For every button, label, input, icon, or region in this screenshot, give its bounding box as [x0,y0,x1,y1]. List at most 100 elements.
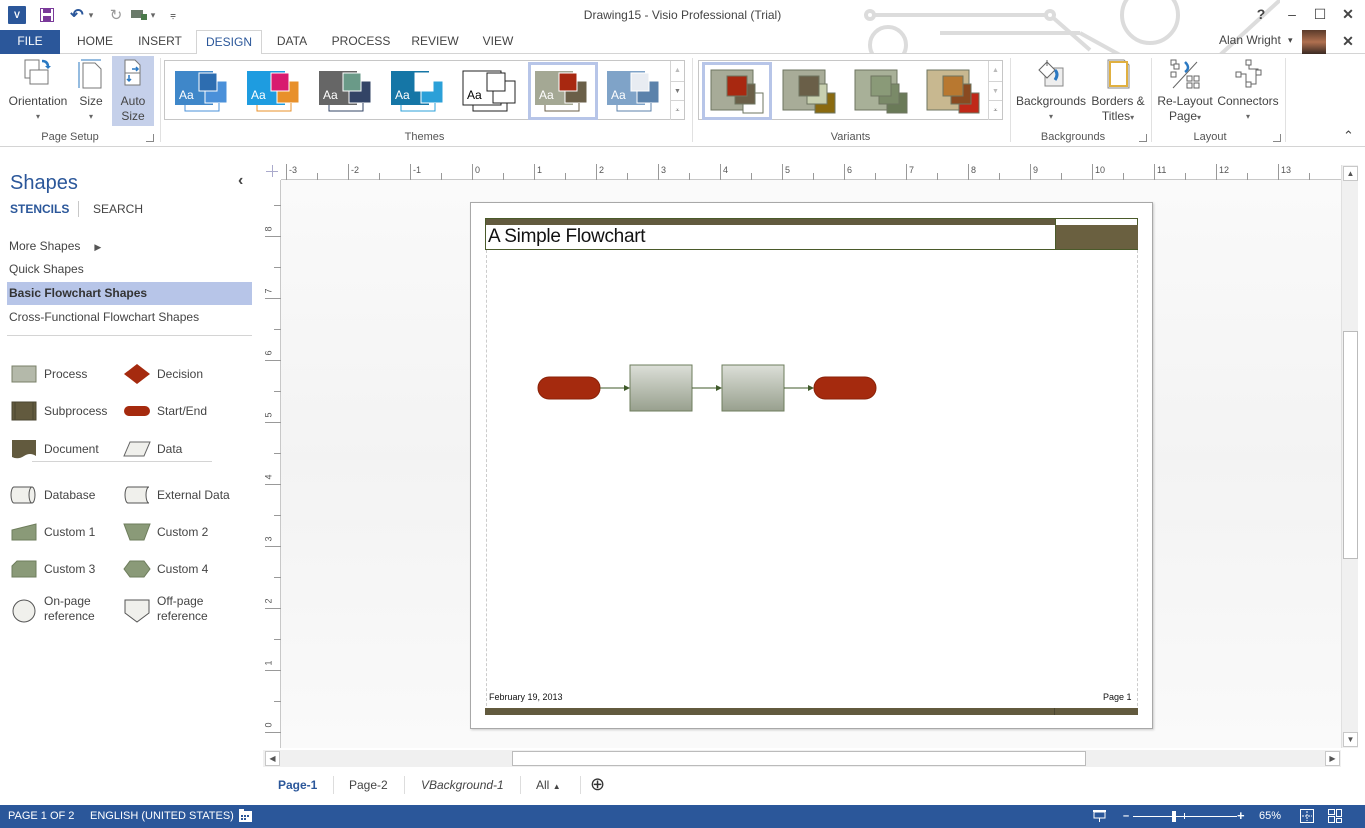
stencil-database[interactable]: Database [10,484,95,506]
stencil-document[interactable]: Document [10,438,99,460]
theme-office-theme[interactable]: Aa [171,65,235,117]
vertical-scrollbar[interactable]: ▲ ▼ [1341,165,1358,748]
flowchart-shape-start-end-1[interactable] [537,376,601,400]
vertical-scroll-thumb[interactable] [1343,331,1358,559]
horizontal-scroll-thumb[interactable] [512,751,1086,766]
zoom-slider-thumb[interactable] [1172,811,1176,822]
tab-review[interactable]: REVIEW [405,30,465,54]
tab-home[interactable]: HOME [66,30,124,54]
zoom-slider-track[interactable] [1133,811,1237,822]
theme-linear[interactable]: Aa [243,65,307,117]
zoom-out-button[interactable]: – [1123,810,1129,822]
variants-scroll-up[interactable]: ▲ [988,61,1002,81]
page-tab-page-2[interactable]: Page-2 [349,778,388,792]
switch-windows-icon[interactable] [1328,809,1342,826]
page-tab-all[interactable]: All ▲ [536,778,561,792]
zoom-level[interactable]: 65% [1259,810,1281,822]
stencil-external-data[interactable]: External Data [123,484,230,506]
flowchart-shape-process-2[interactable] [629,364,693,412]
presentation-mode-icon[interactable] [130,6,148,24]
search-tab[interactable]: SEARCH [93,202,143,216]
flowchart-shape-start-end-4[interactable] [813,376,877,400]
theme-whisp[interactable]: Aa [459,65,523,117]
presentation-dropdown-icon[interactable]: ▾ [148,6,158,24]
scroll-up-button[interactable]: ▲ [1343,166,1358,181]
stencil-off-page-reference[interactable]: Off-page reference [123,594,208,624]
themes-scroll-up[interactable]: ▲ [670,61,684,81]
theme-integral[interactable]: Aa [315,65,379,117]
close-button[interactable]: ✕ [1338,4,1358,24]
page-tab-page-1[interactable]: Page-1 [278,778,317,792]
fit-page-icon[interactable] [1300,809,1314,826]
user-avatar[interactable] [1302,30,1326,54]
undo-icon[interactable]: ↶ [68,6,86,24]
size-button[interactable]: Size ▾ [75,54,107,128]
stencil-subprocess[interactable]: Subprocess [10,400,107,422]
tab-design[interactable]: DESIGN [196,30,262,55]
horizontal-ruler[interactable]: -3 -2 -1 0 1 2 3 4 5 6 7 8 9 10 11 12 13 [281,162,1341,180]
drawing-page[interactable]: A Simple Flowchart February 19, 2013 Pag… [470,202,1153,729]
stencil-process[interactable]: Process [10,363,87,385]
tab-view[interactable]: VIEW [474,30,522,54]
macro-recording-icon[interactable] [239,809,252,825]
footer-page-number[interactable]: Page 1 [1103,692,1132,702]
stencil-on-page-reference[interactable]: On-page reference [10,594,95,624]
stencil-custom-1[interactable]: Custom 1 [10,521,95,543]
variant-4[interactable] [921,65,985,117]
scroll-left-button[interactable]: ◀ [265,751,280,766]
scroll-right-button[interactable]: ▶ [1325,751,1340,766]
variant-3[interactable] [849,65,913,117]
variants-scroll-down[interactable]: ▼ [988,81,1002,100]
page-setup-launcher-icon[interactable] [146,134,154,142]
variant-1[interactable] [702,62,772,120]
add-page-icon[interactable]: ⊕ [590,774,605,795]
customize-qat-icon[interactable]: ⩦ [167,6,179,24]
variant-2[interactable] [777,65,841,117]
themes-scroll-down[interactable]: ▼ [670,81,684,100]
re-layout-page-button[interactable]: Re-Layout Page▾ [1155,54,1215,128]
auto-size-button[interactable]: Auto Size [112,56,154,126]
nav-basic-flowchart-shapes[interactable]: Basic Flowchart Shapes [7,282,252,305]
page-count-status[interactable]: PAGE 1 OF 2 [8,810,74,822]
stencil-custom-3[interactable]: Custom 3 [10,558,95,580]
presentation-mode-icon[interactable] [1093,809,1106,825]
themes-more-button[interactable]: ⩡ [670,100,684,120]
orientation-button[interactable]: Orientation ▾ [4,54,72,128]
theme-retrospect[interactable]: Aa [387,65,451,117]
flowchart-shape-process-3[interactable] [721,364,785,412]
nav-more-shapes[interactable]: More Shapes ▶ [7,235,252,258]
stencil-data[interactable]: Data [123,438,182,460]
stencil-custom-2[interactable]: Custom 2 [123,521,208,543]
minimize-button[interactable]: – [1282,4,1302,24]
backgrounds-button[interactable]: Backgrounds ▾ [1014,54,1088,128]
layout-launcher-icon[interactable] [1273,134,1281,142]
tab-file[interactable]: FILE [0,30,60,54]
maximize-button[interactable]: ☐ [1310,4,1330,24]
zoom-in-button[interactable]: + [1237,808,1245,823]
theme-sequence[interactable]: Aa [528,62,598,120]
collapse-pane-icon[interactable]: ‹ [238,172,243,190]
variants-more-button[interactable]: ⩡ [988,100,1002,120]
footer-date[interactable]: February 19, 2013 [489,692,563,702]
scroll-down-button[interactable]: ▼ [1343,732,1358,747]
user-name[interactable]: Alan Wright [1219,33,1281,47]
close-document-button[interactable]: ✕ [1338,31,1358,51]
nav-quick-shapes[interactable]: Quick Shapes [7,258,252,281]
stencils-tab[interactable]: STENCILS [10,202,69,216]
vertical-ruler[interactable]: 8 7 6 5 4 3 2 1 0 [263,180,281,748]
stencil-decision[interactable]: Decision [123,363,203,385]
language-status[interactable]: ENGLISH (UNITED STATES) [90,810,234,822]
stencil-start-end[interactable]: Start/End [123,400,207,422]
undo-dropdown-icon[interactable]: ▾ [86,6,96,24]
help-icon[interactable]: ? [1251,4,1271,24]
nav-cross-functional-flowchart-shapes[interactable]: Cross-Functional Flowchart Shapes [7,306,252,329]
tab-data[interactable]: DATA [268,30,316,54]
user-dropdown-icon[interactable]: ▾ [1288,35,1293,46]
tab-process[interactable]: PROCESS [326,30,396,54]
page-tab-vbackground-1[interactable]: VBackground-1 [421,778,504,792]
redo-icon[interactable]: ↻ [107,6,125,24]
horizontal-scrollbar[interactable]: ◀ ▶ [263,750,1341,767]
connectors-button[interactable]: Connectors ▾ [1216,54,1280,128]
tab-insert[interactable]: INSERT [130,30,190,54]
theme-slice[interactable]: Aa [603,65,667,117]
